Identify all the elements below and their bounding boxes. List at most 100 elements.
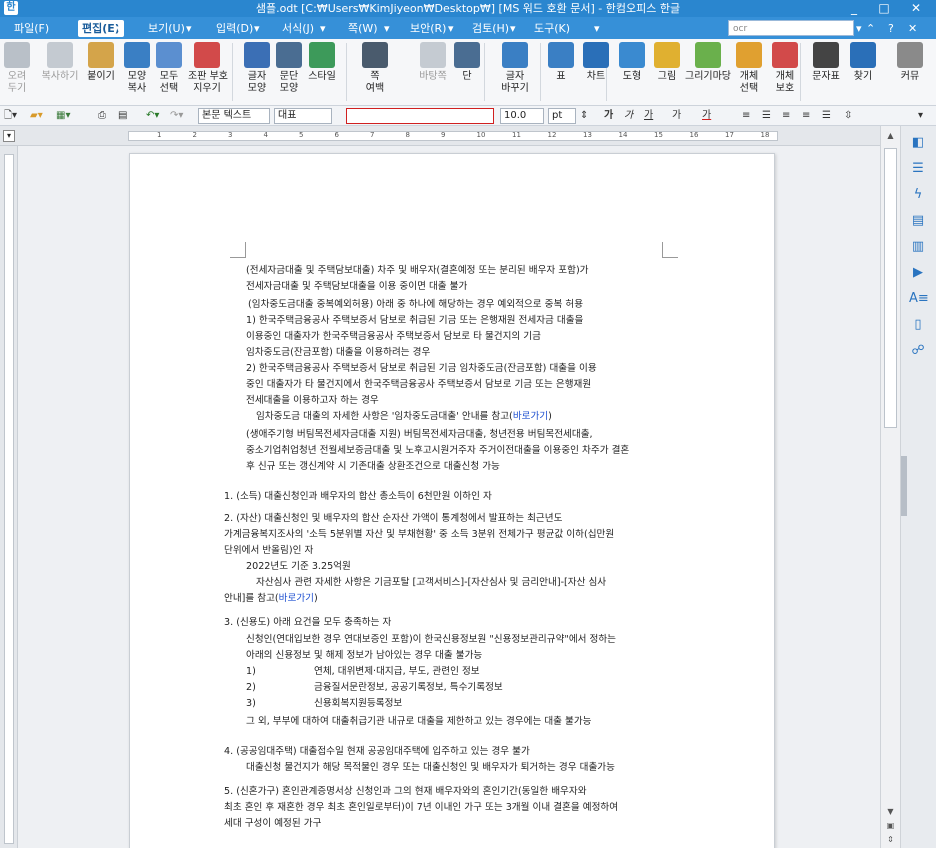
people-icon[interactable]: ☍ [909, 342, 927, 360]
chart-icon [583, 42, 609, 68]
menu-dropdown-icon[interactable]: ▾ [254, 20, 260, 37]
document-text-line: 2022년도 기준 3.25억원 [246, 561, 351, 573]
menu-dropdown-icon[interactable]: ▾ [384, 20, 390, 37]
select-all-button[interactable]: 모두 선택 [154, 42, 184, 95]
menu-view[interactable]: 보기(U) [144, 20, 189, 37]
hyperlink[interactable]: 바로가기 [279, 593, 314, 604]
redo-icon[interactable]: ↷▾ [170, 109, 183, 123]
scrollbar-thumb[interactable] [884, 148, 897, 428]
picture-button[interactable]: 그림 [652, 42, 682, 83]
font-unit-select[interactable]: pt [548, 108, 576, 124]
menu-dropdown-icon[interactable]: ▾ [448, 20, 454, 37]
scissors-button[interactable]: 오려 두기 [2, 42, 32, 95]
font-select[interactable] [346, 108, 494, 124]
outline-icon[interactable]: ☰ [909, 160, 927, 178]
table-button[interactable]: 표 [548, 42, 574, 83]
object-select-button[interactable]: 개체 선택 [732, 42, 766, 95]
link-close-paren: ) [548, 411, 552, 422]
clear-codes-button[interactable]: 조판 부호 지우기 [188, 42, 228, 95]
document-info-icon[interactable]: ▤ [909, 212, 927, 230]
clipart-button[interactable]: 그리기마당 [682, 42, 734, 83]
align-left-icon[interactable]: ≡ [742, 109, 750, 123]
chart-button[interactable]: 차트 [580, 42, 612, 83]
history-icon[interactable]: ◧ [909, 134, 927, 152]
distribute-icon[interactable]: ☰ [822, 109, 831, 123]
align-right-icon[interactable]: ≡ [802, 109, 810, 123]
menu-review[interactable]: 검토(H) [468, 20, 513, 37]
menu-format[interactable]: 서식(J) [278, 20, 318, 37]
size-stepper-icon[interactable]: ⇕ [580, 109, 588, 123]
quick-command-icon[interactable]: ϟ [909, 186, 927, 204]
hyperlink[interactable]: 바로가기 [513, 411, 548, 422]
menu-dropdown-icon[interactable]: ▾ [594, 20, 600, 37]
font-color-button[interactable]: 가 [702, 109, 711, 123]
master-page-button[interactable]: 바탕쪽 [414, 42, 452, 83]
vertical-scrollbar[interactable]: ▲ ▼ ▣ ⇕ [880, 126, 900, 848]
menu-dropdown-icon[interactable]: ▾ [186, 20, 192, 37]
object-protect-button[interactable]: 개체 보호 [768, 42, 802, 95]
scroll-down-icon[interactable]: ▼ [884, 806, 897, 818]
symbol-button[interactable]: 문자표 [808, 42, 844, 83]
scroll-up-icon[interactable]: ▲ [884, 130, 897, 142]
style-panel-icon[interactable]: A≡ [909, 290, 929, 308]
page-margin-button[interactable]: 쪽 여백 [358, 42, 392, 95]
toolbar-overflow-icon[interactable]: ▾ [918, 109, 923, 123]
menu-dropdown-icon[interactable]: ▾ [116, 20, 122, 37]
strikethrough-button[interactable]: 가 [672, 109, 681, 123]
italic-button[interactable]: 가 [624, 109, 633, 123]
doc-close-button[interactable]: ✕ [908, 20, 917, 37]
para-shape-button[interactable]: 문단 모양 [274, 42, 304, 95]
horizontal-ruler[interactable]: ▾ 1 2 3 4 5 6 7 8 9 10 11 12 13 14 15 16 17 18 [0, 126, 880, 146]
print-icon[interactable]: ⎙ [98, 109, 106, 123]
minimize-button[interactable]: _ [844, 0, 864, 17]
search-dropdown-icon[interactable]: ▾ [856, 20, 862, 37]
close-button[interactable]: ✕ [906, 0, 926, 17]
align-center-icon[interactable]: ≡ [782, 109, 790, 123]
new-doc-icon[interactable]: 🗋▾ [4, 109, 17, 123]
font-size-input[interactable]: 10.0 [500, 108, 544, 124]
menu-dropdown-icon[interactable]: ▾ [510, 20, 516, 37]
open-folder-icon[interactable]: ▰▾ [30, 109, 43, 123]
vertical-ruler[interactable] [0, 146, 18, 848]
copy-button[interactable]: 복사하기 [38, 42, 82, 83]
underline-button[interactable]: 가 [644, 109, 653, 123]
bold-button[interactable]: 가 [604, 109, 613, 123]
ruler-corner-button[interactable]: ▾ [3, 130, 15, 142]
format-painter-button[interactable]: 모양 복사 [122, 42, 152, 95]
shape-button[interactable]: 도형 [616, 42, 648, 83]
menu-file[interactable]: 파일(F) [10, 20, 53, 37]
master-page-icon [420, 42, 446, 68]
undo-icon[interactable]: ↶▾ [146, 109, 159, 123]
paste-button[interactable]: 붙이기 [86, 42, 116, 83]
columns-button[interactable]: 단 [452, 42, 482, 83]
document-area[interactable]: (전세자금대출 및 주택담보대출) 차주 및 배우자(결혼예정 또는 분리된 배… [18, 146, 880, 848]
style-select[interactable]: 본문 텍스트 [198, 108, 270, 124]
bookmark-icon[interactable]: ▯ [909, 316, 927, 334]
menu-dropdown-icon[interactable]: ▾ [320, 20, 326, 37]
play-macro-icon[interactable]: ▶ [909, 264, 927, 282]
ribbon-collapse-icon[interactable]: ⌃ [866, 20, 875, 37]
help-button[interactable]: ? [888, 20, 894, 37]
panel-resize-handle[interactable] [901, 456, 907, 516]
menu-input[interactable]: 입력(D) [212, 20, 257, 37]
prev-page-icon[interactable]: ▣ [884, 820, 897, 832]
next-page-icon[interactable]: ⇕ [884, 834, 897, 846]
maximize-button[interactable]: □ [874, 0, 894, 17]
line-spacing-icon[interactable]: ⇳ [844, 109, 852, 123]
style-button[interactable]: 스타일 [305, 42, 339, 83]
community-button[interactable]: 커뮤 [896, 42, 924, 83]
document-page[interactable]: (전세자금대출 및 주택담보대출) 차주 및 배우자(결혼예정 또는 분리된 배… [129, 153, 775, 848]
menu-tools[interactable]: 도구(K) [530, 20, 574, 37]
language-select[interactable]: 대표 [274, 108, 332, 124]
clipboard-icon[interactable]: ▥ [909, 238, 927, 256]
find-button[interactable]: 찾기 [848, 42, 878, 83]
align-justify-icon[interactable]: ☰ [762, 109, 771, 123]
save-icon[interactable]: ▦▾ [56, 109, 70, 123]
char-shape-button[interactable]: 글자 모양 [242, 42, 272, 95]
replace-char-button[interactable]: 글자 바꾸기 [494, 42, 536, 95]
menu-security[interactable]: 보안(R) [406, 20, 450, 37]
ribbon-button-label: 모두 선택 [159, 71, 179, 94]
menu-page[interactable]: 쪽(W) [344, 20, 382, 37]
print-preview-icon[interactable]: ▤ [118, 109, 127, 123]
menu-search-input[interactable]: ocr [728, 20, 854, 36]
